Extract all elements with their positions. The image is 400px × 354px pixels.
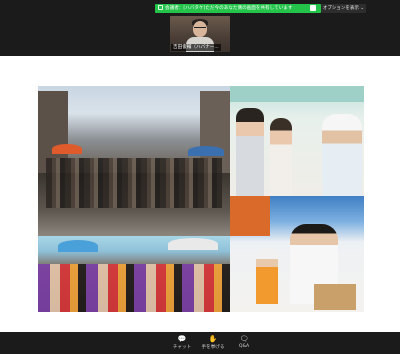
view-options-button[interactable]: オプションを表示 ⌄	[321, 4, 366, 13]
white-umbrella	[168, 238, 218, 250]
photo-collage	[38, 86, 364, 312]
orange-tent	[52, 144, 82, 154]
participant-video-tile[interactable]: 吉田俊輔（ハバナー...	[170, 16, 230, 52]
raise-hand-button[interactable]: ✋ 手を挙げる	[198, 334, 228, 350]
share-screen-icon	[158, 5, 163, 10]
participant-name-label: 吉田俊輔（ハバナー...	[171, 44, 221, 51]
chat-bubble-icon: 💬	[177, 335, 187, 343]
child	[256, 248, 278, 304]
shared-screen-slide	[0, 56, 400, 332]
webinar-toolbar: 💬 チャット ✋ 手を挙げる 🗨 Q&A	[0, 332, 400, 354]
blue-umbrella	[58, 240, 98, 252]
chat-button[interactable]: 💬 チャット	[167, 334, 197, 350]
children-in-costumes	[38, 264, 230, 312]
chat-label: チャット	[172, 345, 192, 350]
raise-hand-label: 手を挙げる	[201, 345, 225, 350]
cardboard-box	[314, 284, 356, 310]
woman-right	[322, 114, 362, 196]
qa-button[interactable]: 🗨 Q&A	[229, 334, 259, 349]
participant-glasses	[194, 27, 206, 31]
photo-halloween-children	[38, 236, 230, 312]
crowd	[46, 158, 222, 208]
woman-left	[236, 108, 264, 196]
photo-street-market	[38, 86, 230, 236]
qa-bubble-icon: 🗨	[239, 335, 249, 343]
stall	[230, 196, 270, 236]
woman-middle	[270, 118, 292, 196]
blue-tent	[188, 146, 224, 156]
photo-stall-women	[230, 86, 364, 196]
photo-vendor-child	[230, 196, 364, 312]
share-banner-text: 会議者：[ハバタケ]ただ今のあなた側の画面を共有しています	[165, 6, 293, 11]
canopy	[230, 86, 364, 102]
stop-share-button[interactable]	[310, 5, 316, 11]
screen-share-banner: 会議者：[ハバタケ]ただ今のあなた側の画面を共有しています	[155, 4, 321, 13]
hand-icon: ✋	[208, 335, 218, 343]
qa-label: Q&A	[238, 344, 250, 349]
